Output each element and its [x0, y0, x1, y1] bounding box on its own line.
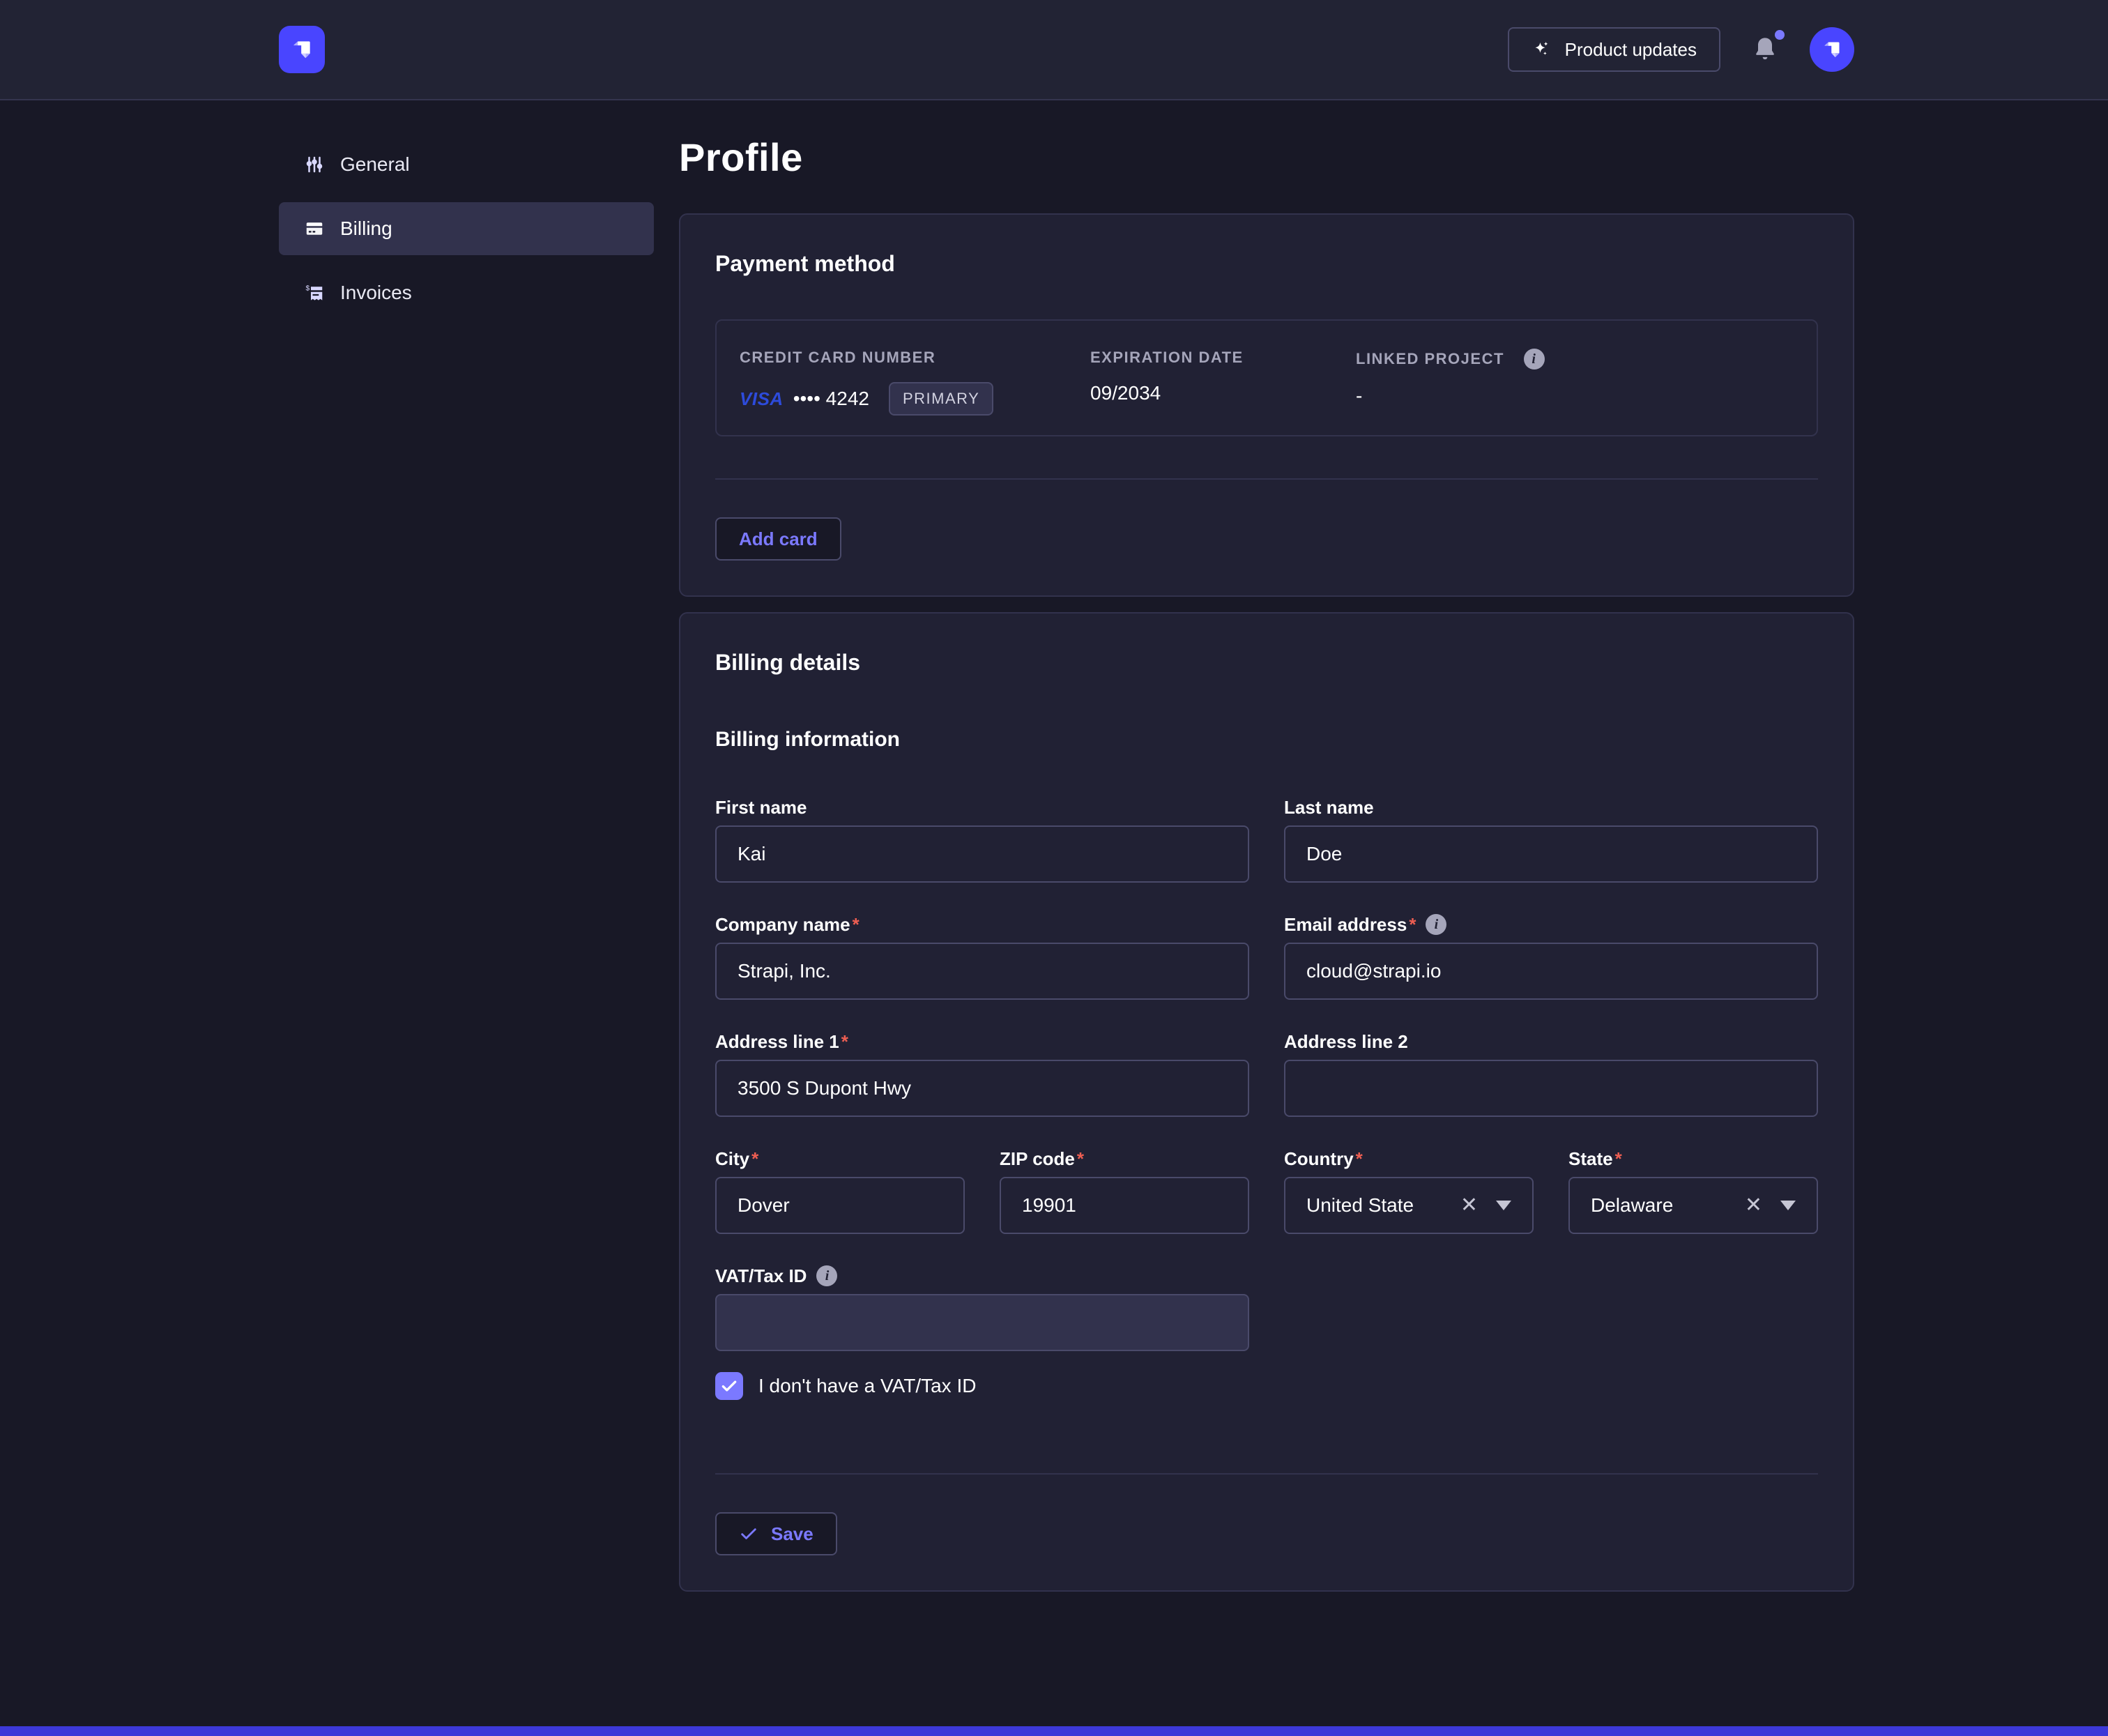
state-field-group: State * Delaware ✕	[1568, 1148, 1818, 1234]
expiration-date-value: 09/2034	[1090, 382, 1356, 404]
add-card-button[interactable]: Add card	[715, 517, 841, 561]
expiration-date-header: EXPIRATION DATE	[1090, 349, 1356, 367]
first-name-label: First name	[715, 796, 807, 818]
vat-label: VAT/Tax ID	[715, 1265, 807, 1287]
credit-card-icon	[304, 218, 325, 239]
required-marker: *	[853, 913, 860, 936]
sidebar-item-label: Invoices	[340, 282, 412, 304]
required-marker: *	[1077, 1148, 1084, 1170]
payment-card-divider	[715, 478, 1818, 480]
billing-details-title: Billing details	[715, 648, 1818, 676]
required-marker: *	[841, 1030, 848, 1053]
clear-icon[interactable]: ✕	[1460, 1195, 1478, 1216]
product-updates-label: Product updates	[1565, 39, 1697, 61]
email-field-group: Email address * i	[1284, 913, 1818, 1000]
country-label: Country	[1284, 1148, 1354, 1170]
city-field-group: City *	[715, 1148, 965, 1234]
vat-checkbox-label[interactable]: I don't have a VAT/Tax ID	[758, 1375, 976, 1397]
company-name-input[interactable]	[715, 943, 1249, 1000]
company-name-field-group: Company name *	[715, 913, 1249, 1000]
last-name-input[interactable]	[1284, 825, 1818, 883]
masked-card-number: •••• 4242	[793, 388, 869, 410]
billing-form-divider	[715, 1473, 1818, 1475]
avatar[interactable]	[1810, 27, 1854, 72]
chevron-down-icon[interactable]	[1496, 1201, 1511, 1210]
credit-card-number-header: CREDIT CARD NUMBER	[740, 349, 1090, 367]
payment-method-card: Payment method CREDIT CARD NUMBER VISA •…	[679, 213, 1854, 597]
main-content: Profile Payment method CREDIT CARD NUMBE…	[679, 134, 1854, 1592]
sparkle-icon	[1532, 39, 1552, 60]
page-title: Profile	[679, 134, 1854, 181]
info-icon[interactable]: i	[816, 1265, 837, 1286]
save-button[interactable]: Save	[715, 1512, 837, 1555]
address2-input[interactable]	[1284, 1060, 1818, 1117]
primary-badge: PRIMARY	[889, 382, 993, 416]
sidebar-item-billing[interactable]: Billing	[279, 202, 654, 255]
country-select[interactable]: United State ✕	[1284, 1177, 1534, 1234]
notifications-button[interactable]	[1751, 34, 1779, 65]
address2-field-group: Address line 2	[1284, 1030, 1818, 1117]
required-marker: *	[1409, 913, 1416, 936]
state-label: State	[1568, 1148, 1613, 1170]
address1-field-group: Address line 1 *	[715, 1030, 1249, 1117]
last-name-label: Last name	[1284, 796, 1374, 818]
zip-label: ZIP code	[1000, 1148, 1075, 1170]
required-marker: *	[1356, 1148, 1363, 1170]
zip-input[interactable]	[1000, 1177, 1249, 1234]
save-button-label: Save	[771, 1523, 814, 1545]
info-icon[interactable]: i	[1426, 914, 1446, 935]
first-name-field-group: First name	[715, 796, 1249, 883]
payment-method-title: Payment method	[715, 250, 1818, 277]
visa-logo: VISA	[740, 388, 784, 410]
sidebar-item-label: General	[340, 153, 410, 176]
invoice-icon: $	[304, 282, 325, 303]
city-input[interactable]	[715, 1177, 965, 1234]
info-icon[interactable]: i	[1524, 349, 1545, 370]
linked-project-value: -	[1356, 385, 1817, 407]
first-name-input[interactable]	[715, 825, 1249, 883]
avatar-strapi-icon	[1819, 37, 1844, 62]
country-value: United State	[1306, 1194, 1414, 1217]
credit-card-row: CREDIT CARD NUMBER VISA •••• 4242 PRIMAR…	[715, 319, 1818, 436]
bottom-accent-bar	[0, 1726, 2108, 1736]
sidebar-item-general[interactable]: General	[279, 138, 654, 191]
checkmark-icon	[739, 1524, 758, 1544]
state-select[interactable]: Delaware ✕	[1568, 1177, 1818, 1234]
checkmark-icon	[720, 1377, 738, 1395]
clear-icon[interactable]: ✕	[1745, 1195, 1762, 1216]
email-input[interactable]	[1284, 943, 1818, 1000]
sidebar-item-label: Billing	[340, 218, 392, 240]
settings-sidebar: General Billing $ Invoices	[279, 134, 654, 1592]
strapi-logo-icon[interactable]	[279, 26, 325, 73]
email-label: Email address	[1284, 913, 1407, 936]
linked-project-header: LINKED PROJECT	[1356, 350, 1504, 368]
required-marker: *	[751, 1148, 758, 1170]
address2-label: Address line 2	[1284, 1030, 1408, 1053]
country-field-group: Country * United State ✕	[1284, 1148, 1534, 1234]
notification-dot	[1775, 30, 1785, 40]
company-name-label: Company name	[715, 913, 850, 936]
vat-input[interactable]	[715, 1294, 1249, 1351]
vat-field-group: VAT/Tax ID i I don't have a VAT/Tax ID	[715, 1265, 1249, 1400]
top-bar: Product updates	[0, 0, 2108, 100]
sidebar-item-invoices[interactable]: $ Invoices	[279, 266, 654, 319]
billing-details-card: Billing details Billing information Firs…	[679, 612, 1854, 1592]
address1-input[interactable]	[715, 1060, 1249, 1117]
state-value: Delaware	[1591, 1194, 1673, 1217]
required-marker: *	[1615, 1148, 1622, 1170]
billing-information-subtitle: Billing information	[715, 726, 1818, 753]
chevron-down-icon[interactable]	[1780, 1201, 1796, 1210]
svg-text:$: $	[306, 284, 310, 292]
last-name-field-group: Last name	[1284, 796, 1818, 883]
city-label: City	[715, 1148, 749, 1170]
address1-label: Address line 1	[715, 1030, 839, 1053]
product-updates-button[interactable]: Product updates	[1508, 27, 1720, 72]
vat-checkbox[interactable]	[715, 1372, 743, 1400]
sliders-icon	[304, 154, 325, 175]
bell-icon	[1751, 34, 1779, 65]
zip-field-group: ZIP code *	[1000, 1148, 1249, 1234]
